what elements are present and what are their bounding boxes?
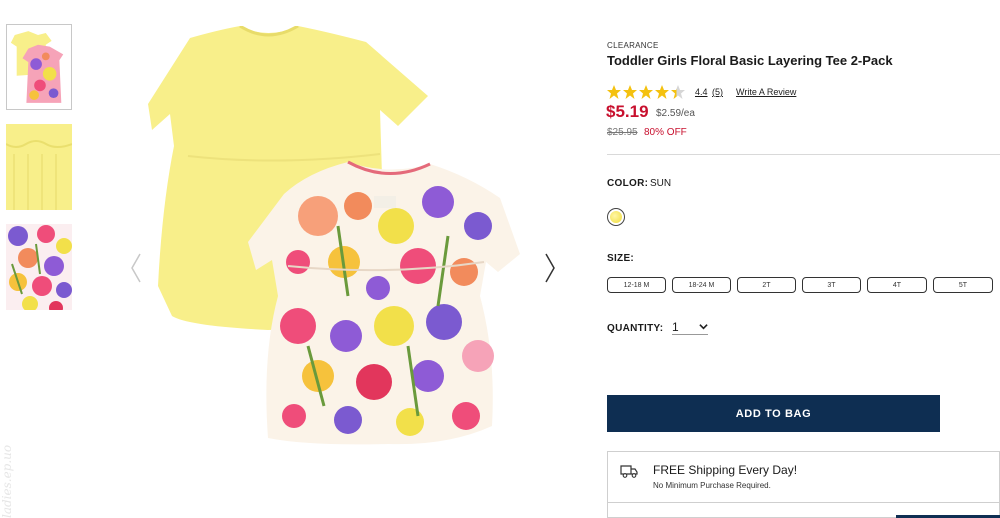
current-price: $5.19 — [606, 102, 649, 121]
size-option-18-24m[interactable]: 18-24 M — [672, 277, 731, 293]
product-title: Toddler Girls Floral Basic Layering Tee … — [607, 53, 893, 68]
shipping-title: FREE Shipping Every Day! — [653, 463, 798, 477]
write-review-link[interactable]: Write A Review — [736, 87, 796, 97]
color-swatch-sun[interactable] — [607, 208, 625, 226]
thumbnail-1[interactable] — [6, 24, 72, 110]
discount-percent: 80% OFF — [644, 127, 687, 138]
color-value: SUN — [650, 178, 672, 189]
size-option-4t[interactable]: 4T — [867, 277, 927, 293]
size-label: SIZE: — [607, 253, 635, 264]
color-label: COLOR: — [607, 178, 649, 189]
size-option-12-18m[interactable]: 12-18 M — [607, 277, 666, 293]
review-count[interactable]: (5) — [712, 87, 723, 97]
star-rating — [607, 85, 685, 99]
thumbnail-3[interactable] — [6, 224, 72, 310]
clearance-badge: CLEARANCE — [607, 41, 659, 50]
shipping-subtitle: No Minimum Purchase Required. — [653, 481, 771, 490]
divider — [607, 154, 1000, 155]
size-option-5t[interactable]: 5T — [933, 277, 993, 293]
thumbnail-2[interactable] — [6, 124, 72, 210]
size-option-2t[interactable]: 2T — [737, 277, 796, 293]
star-icon — [655, 85, 669, 99]
add-to-bag-button[interactable]: ADD TO BAG — [607, 395, 940, 432]
main-product-image — [148, 24, 530, 466]
chevron-right-icon[interactable] — [540, 250, 560, 286]
price-per-each: $2.59/ea — [656, 108, 695, 119]
watermark: ladies.ep.uo — [0, 444, 14, 518]
original-price: $25.95 — [607, 127, 638, 138]
star-icon — [623, 85, 637, 99]
quantity-label: QUANTITY: — [607, 323, 664, 334]
star-icon — [607, 85, 621, 99]
star-icon — [671, 85, 685, 99]
star-icon — [639, 85, 653, 99]
chevron-down-icon — [699, 324, 708, 330]
quantity-value: 1 — [672, 319, 679, 334]
shipping-info-box — [607, 451, 1000, 503]
size-option-3t[interactable]: 3T — [802, 277, 861, 293]
truck-icon — [620, 465, 638, 478]
quantity-select[interactable]: 1 — [672, 319, 708, 335]
rating-value[interactable]: 4.4 — [695, 87, 708, 97]
chevron-left-icon[interactable] — [126, 250, 146, 286]
